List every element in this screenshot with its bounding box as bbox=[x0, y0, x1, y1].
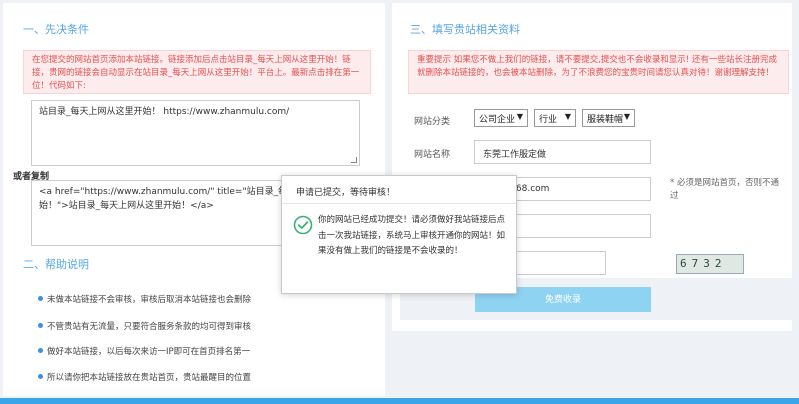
dropdown-arrow-icon: ▼ bbox=[564, 112, 571, 121]
submission-modal: 申请已提交，等待审核！ 你的网站已经成功提交！请必须做好我站链接后点击一次我站链… bbox=[281, 175, 517, 294]
link-code-text: 站目录_每天上网从这里开始！ https://www.zhanmulu.com/ bbox=[39, 107, 290, 117]
category-select-2-value: 行业 bbox=[539, 115, 558, 125]
captcha-image[interactable]: 6732 bbox=[676, 254, 744, 274]
section1-title: 一、先决条件 bbox=[23, 23, 89, 36]
resize-handle-icon[interactable] bbox=[351, 157, 357, 163]
category-select-1[interactable]: 公司企业 ▼ bbox=[474, 109, 528, 127]
section3-title: 三、填写贵站相关资料 bbox=[410, 23, 520, 36]
modal-message: 你的网站已经成功提交！请必须做好我站链接后点击一次我站链接，系统马上审核开通你的… bbox=[318, 215, 506, 256]
dropdown-arrow-icon: ▼ bbox=[516, 112, 523, 121]
bullet-icon bbox=[38, 348, 43, 353]
link-instruction-notice: 在您提交的网站首页添加本站链接。链接添加后点击站目录_每天上网从这里开始！链接，… bbox=[23, 50, 371, 94]
category-select-1-value: 公司企业 bbox=[479, 115, 516, 125]
category-select-3[interactable]: 服装鞋帽 ▼ bbox=[582, 109, 635, 127]
category-select-2[interactable]: 行业 ▼ bbox=[534, 109, 576, 127]
bottom-accent-bar bbox=[0, 398, 799, 404]
modal-title: 申请已提交，等待审核！ bbox=[282, 176, 516, 204]
site-name-input[interactable]: 东莞工作服定做 bbox=[474, 140, 651, 164]
category-label: 网站分类 bbox=[414, 117, 451, 127]
dropdown-arrow-icon: ▼ bbox=[623, 112, 630, 121]
help-item: 不管贵站有无流量，只要符合服务条款的均可得到审核 bbox=[47, 322, 252, 332]
section2-title: 二、帮助说明 bbox=[23, 258, 89, 271]
site-name-label: 网站名称 bbox=[414, 150, 451, 160]
bullet-icon bbox=[38, 323, 43, 328]
help-item: 所以请你把本站链接放在贵站首页，贵站最醒目的位置 bbox=[47, 373, 252, 383]
help-item: 未做本站链接不会审核，审核后取消本站链接也会删除 bbox=[47, 295, 252, 305]
help-item: 做好本站链接，以后每次来访一IP即可在首页排名第一 bbox=[47, 347, 251, 357]
success-check-icon bbox=[293, 215, 313, 235]
link-code-textarea[interactable]: 站目录_每天上网从这里开始！ https://www.zhanmulu.com/ bbox=[31, 100, 360, 166]
bullet-icon bbox=[38, 296, 43, 301]
url-hint: * 必须是网站首页，否则不通过 bbox=[670, 178, 779, 201]
category-select-3-value: 服装鞋帽 bbox=[587, 115, 624, 125]
bullet-icon bbox=[38, 374, 43, 379]
important-notice: 重要提示 如果您不做上我们的链接，请不要提交,提交也不会收录和显示! 还有一些站… bbox=[408, 50, 789, 94]
